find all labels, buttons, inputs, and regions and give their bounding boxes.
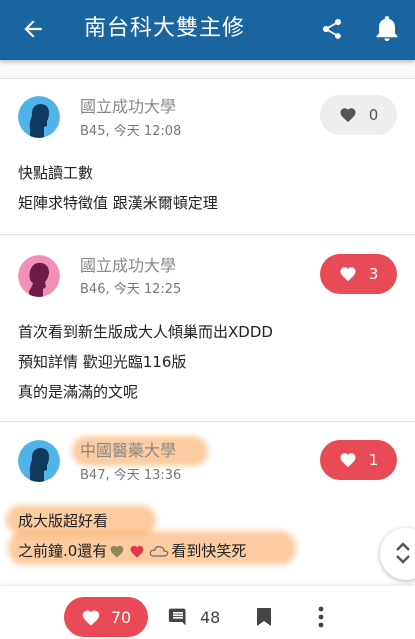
share-icon[interactable] xyxy=(320,17,344,41)
bookmark-icon[interactable] xyxy=(257,608,271,626)
comment-text-segment: 看到快笑死 xyxy=(171,542,247,560)
like-button[interactable]: 3 xyxy=(320,254,397,294)
comment-text: 成大版超好看 之前鐘.0還有 看到快笑死 xyxy=(18,506,246,566)
post-comment-list[interactable]: 國立成功大學 B45, 今天 12:08 0 快點讀工數 矩陣求特徵值 跟漢米爾… xyxy=(0,60,415,586)
heart-icon xyxy=(82,610,99,626)
like-button[interactable]: 1 xyxy=(320,440,397,480)
comment-button[interactable]: 48 xyxy=(168,607,220,627)
comment-text: 首次看到新生版成大人傾巢而出XDDD 預知詳情 歡迎光臨116版 真的是滿滿的文… xyxy=(18,317,273,407)
comment-line: 首次看到新生版成大人傾巢而出XDDD xyxy=(18,323,273,341)
comment-card: 國立成功大學 B45, 今天 12:08 0 快點讀工數 矩陣求特徵值 跟漢米爾… xyxy=(0,79,415,235)
female-avatar-icon xyxy=(18,255,60,297)
olive-heart-emoji-icon xyxy=(110,545,124,558)
comment-line: 成大版超好看 xyxy=(18,512,109,530)
floor-time: B45, 今天 12:08 xyxy=(80,124,182,139)
floor-time: B46, 今天 12:25 xyxy=(80,282,182,297)
comment-card: 國立成功大學 B46, 今天 12:25 3 首次看到新生版成大人傾巢而出XDD… xyxy=(0,236,415,422)
comment-text-segment: 之前鐘.0還有 xyxy=(18,542,108,560)
heart-icon xyxy=(340,108,356,123)
comment-line: 快點讀工數 xyxy=(18,164,94,182)
chevron-up-down-icon xyxy=(396,542,410,564)
heart-icon xyxy=(340,267,356,282)
comment-line: 之前鐘.0還有 看到快笑死 xyxy=(18,536,246,566)
like-button[interactable]: 0 xyxy=(320,95,397,135)
like-count: 3 xyxy=(368,265,379,283)
comment-line: 預知詳情 歡迎光臨116版 xyxy=(18,353,187,371)
school-name: 國立成功大學 xyxy=(80,256,177,275)
school-name: 國立成功大學 xyxy=(80,97,177,116)
post-like-button[interactable]: 70 xyxy=(64,597,148,637)
comment-line: 矩陣求特徵值 跟漢米爾頓定理 xyxy=(18,194,218,212)
school-name: 中國醫藥大學 xyxy=(80,441,177,460)
more-vert-icon[interactable] xyxy=(318,606,324,628)
bottom-action-bar: 70 48 xyxy=(0,586,415,639)
comment-count: 48 xyxy=(200,607,221,627)
like-count: 1 xyxy=(368,451,379,469)
app-bar: 南台科大雙主修 xyxy=(0,0,415,60)
arrow-left-icon[interactable] xyxy=(20,16,46,42)
comment-card: 中國醫藥大學 B47, 今天 13:36 1 成大版超好看 之前鐘.0還有 看到… xyxy=(0,423,415,586)
post-like-count: 70 xyxy=(110,607,132,627)
bell-icon[interactable] xyxy=(376,16,398,42)
page-title: 南台科大雙主修 xyxy=(84,16,246,41)
cloud-emoji-icon xyxy=(150,546,169,557)
floor-time: B47, 今天 13:36 xyxy=(80,468,182,483)
comment-line: 真的是滿滿的文呢 xyxy=(18,383,139,401)
comment-text: 快點讀工數 矩陣求特徵值 跟漢米爾頓定理 xyxy=(18,158,218,218)
red-heart-emoji-icon xyxy=(130,545,144,558)
comment-icon xyxy=(168,608,186,626)
like-count: 0 xyxy=(368,106,379,124)
heart-icon xyxy=(340,453,356,468)
male-avatar-icon xyxy=(18,96,60,138)
male-avatar-icon xyxy=(18,440,60,482)
